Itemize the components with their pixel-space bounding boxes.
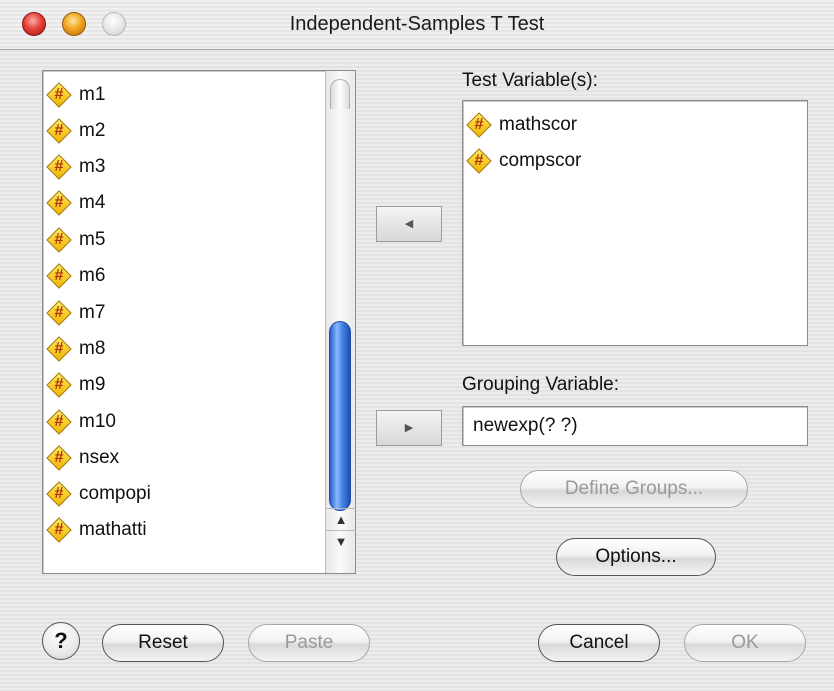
list-item[interactable]: # compopi: [46, 478, 151, 510]
variable-label: mathatti: [79, 519, 147, 540]
scroll-down-arrow-icon[interactable]: ▼: [326, 530, 356, 552]
options-button[interactable]: Options...: [556, 538, 716, 576]
variable-label: m8: [79, 338, 106, 359]
list-item[interactable]: # nsex: [46, 442, 120, 474]
variable-label: m4: [79, 192, 106, 213]
list-item[interactable]: # m9: [46, 369, 106, 401]
list-item[interactable]: # mathscor: [466, 109, 578, 141]
scale-variable-icon: #: [46, 227, 72, 253]
move-to-source-button[interactable]: ◀: [376, 206, 442, 242]
vertical-scrollbar[interactable]: ▲ ▼: [325, 71, 356, 573]
scrollbar-thumb[interactable]: [329, 321, 351, 511]
define-groups-button[interactable]: Define Groups...: [520, 470, 748, 508]
scroll-up-arrow-icon[interactable]: ▲: [326, 508, 356, 530]
scale-variable-icon: #: [46, 263, 72, 289]
left-arrow-icon: ◀: [404, 218, 414, 230]
scale-variable-icon: #: [46, 336, 72, 362]
variable-label: compscor: [499, 150, 582, 171]
variable-label: m7: [79, 302, 106, 323]
list-item[interactable]: # m6: [46, 260, 106, 292]
scale-variable-icon: #: [466, 112, 492, 138]
variable-label: m9: [79, 374, 106, 395]
variable-label: m1: [79, 84, 106, 105]
cancel-button[interactable]: Cancel: [538, 624, 660, 662]
ok-button[interactable]: OK: [684, 624, 806, 662]
source-variable-list[interactable]: # m1 # m2 # m3 # m4 # m5 # m6 # m7 # m8: [42, 70, 356, 574]
list-item[interactable]: # m3: [46, 151, 106, 183]
scale-variable-icon: #: [46, 82, 72, 108]
grouping-variable-field[interactable]: newexp(? ?): [462, 406, 808, 446]
grouping-variable-label: Grouping Variable:: [462, 374, 620, 395]
scale-variable-icon: #: [46, 409, 72, 435]
list-item[interactable]: # m7: [46, 297, 106, 329]
dialog-window: Independent-Samples T Test # m1 # m2 # m…: [0, 0, 834, 691]
scale-variable-icon: #: [46, 445, 72, 471]
scale-variable-icon: #: [46, 517, 72, 543]
move-to-grouping-button[interactable]: ▶: [376, 410, 442, 446]
list-item[interactable]: # m1: [46, 79, 106, 111]
window-title: Independent-Samples T Test: [289, 13, 545, 35]
paste-button[interactable]: Paste: [248, 624, 370, 662]
variable-label: m10: [79, 411, 116, 432]
list-item[interactable]: # m10: [46, 406, 116, 438]
help-icon[interactable]: ?: [42, 622, 80, 660]
scale-variable-icon: #: [466, 148, 492, 174]
list-item[interactable]: # mathatti: [46, 514, 147, 546]
title-bar: Independent-Samples T Test: [0, 0, 834, 50]
scale-variable-icon: #: [46, 118, 72, 144]
scale-variable-icon: #: [46, 300, 72, 326]
variable-label: m5: [79, 229, 106, 250]
test-variables-label: Test Variable(s):: [462, 70, 598, 91]
test-variables-list[interactable]: # mathscor # compscor: [462, 100, 808, 346]
variable-label: nsex: [79, 447, 120, 468]
list-item[interactable]: # m5: [46, 224, 106, 256]
right-arrow-icon: ▶: [404, 422, 414, 434]
list-item[interactable]: # m2: [46, 115, 106, 147]
variable-label: mathscor: [499, 114, 578, 135]
variable-label: m6: [79, 265, 106, 286]
list-item[interactable]: # compscor: [466, 145, 582, 177]
scale-variable-icon: #: [46, 372, 72, 398]
list-item[interactable]: # m4: [46, 187, 106, 219]
variable-label: compopi: [79, 483, 151, 504]
reset-button[interactable]: Reset: [102, 624, 224, 662]
scale-variable-icon: #: [46, 154, 72, 180]
scale-variable-icon: #: [46, 190, 72, 216]
scrollbar-track-top: [330, 79, 350, 109]
variable-label: m3: [79, 156, 106, 177]
scale-variable-icon: #: [46, 481, 72, 507]
list-item[interactable]: # m8: [46, 333, 106, 365]
variable-label: m2: [79, 120, 106, 141]
